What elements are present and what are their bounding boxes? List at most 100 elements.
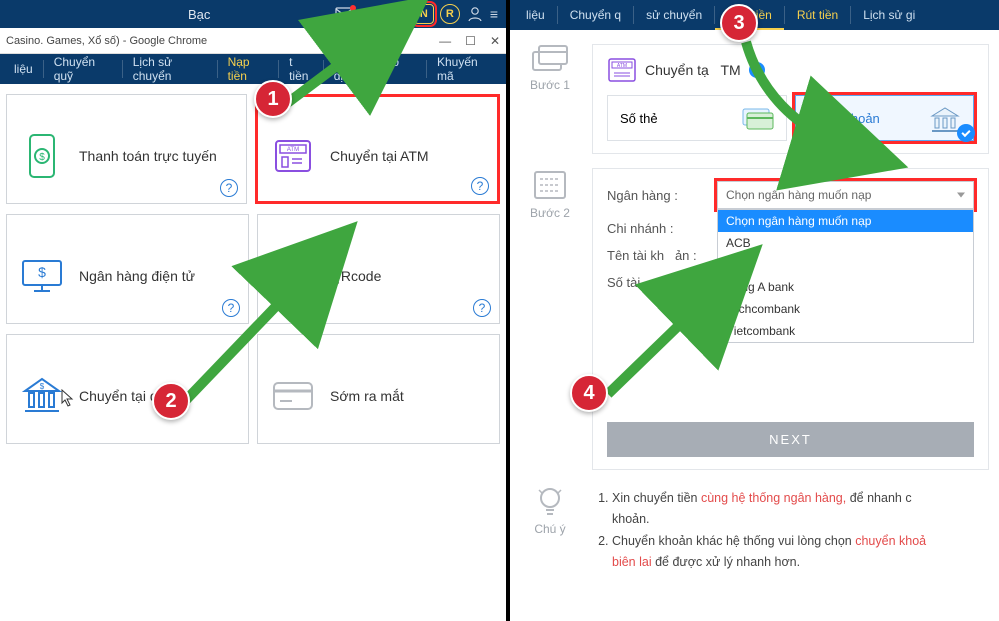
- notes-label: Chú ý: [534, 522, 565, 536]
- nav-r-5[interactable]: Rút tiền: [785, 6, 851, 24]
- card-qrcode[interactable]: QRcode ?: [257, 214, 500, 324]
- option-vietcom[interactable]: Vietcombank: [718, 320, 973, 342]
- bank-building-icon: [929, 106, 961, 130]
- nav-item-1[interactable]: liệu: [4, 60, 44, 78]
- nav-item-3[interactable]: Lịch sử chuyển: [123, 60, 218, 78]
- bank-icon: $: [19, 373, 65, 419]
- phone-dollar-icon: $: [19, 133, 65, 179]
- atm-small-icon: ATM: [607, 57, 637, 83]
- circle-c[interactable]: C: [388, 4, 408, 24]
- notes-head: Chú ý: [520, 484, 580, 536]
- card-atm-transfer[interactable]: ATM Chuyển tại ATM ?: [255, 94, 500, 204]
- card-online-payment[interactable]: $ Thanh toán trực tuyến ?: [6, 94, 247, 204]
- card-label: Sớm ra mắt: [330, 388, 404, 404]
- notes-body: Xin chuyển tiền cùng hệ thống ngân hàng,…: [592, 484, 989, 577]
- minimize-icon[interactable]: —: [439, 34, 451, 48]
- step1-body: ATM Chuyển tạ TM Số thẻ: [592, 44, 989, 154]
- marker-3: 3: [720, 4, 758, 42]
- close-icon[interactable]: ✕: [490, 34, 500, 48]
- cards-stack-icon: [531, 44, 569, 74]
- notif-count: 0: [359, 7, 366, 21]
- tab-account-number[interactable]: Số tài khoản: [795, 95, 975, 141]
- tier-label: Bạc: [188, 7, 210, 22]
- card-gray-icon: [270, 373, 316, 419]
- svg-text:ATM: ATM: [617, 63, 627, 69]
- atm-icon: ATM: [270, 133, 316, 179]
- circle-n[interactable]: N: [414, 4, 434, 24]
- tab-card-number[interactable]: Số thẻ: [607, 95, 787, 141]
- step-notes: Chú ý Xin chuyển tiền cùng hệ thống ngân…: [520, 484, 989, 577]
- option-donga[interactable]: Dong A bank: [718, 276, 973, 298]
- nav-item-7[interactable]: Khuyến mã: [427, 60, 502, 78]
- option-techcom[interactable]: Techcombank: [718, 298, 973, 320]
- bank-select[interactable]: Chọn ngân hàng muốn nạp: [717, 181, 974, 209]
- topbar-icons: 0 ▼ C N R ≡: [335, 4, 498, 24]
- acct-name-label: Tên tài kh ản :: [607, 248, 707, 263]
- nav-r-1[interactable]: liệu: [514, 6, 558, 24]
- svg-text:ATM: ATM: [287, 147, 299, 153]
- card-label: QRcode: [330, 268, 381, 284]
- svg-text:$: $: [38, 264, 46, 280]
- marker-2: 2: [152, 382, 190, 420]
- step1-label: Bước 1: [530, 78, 570, 92]
- selected-check-icon: [749, 62, 765, 78]
- option-acb[interactable]: ACB: [718, 232, 973, 254]
- mail-icon[interactable]: [335, 7, 353, 21]
- note-2: Chuyển khoản khác hệ thống vui lòng chọn…: [612, 531, 987, 574]
- atm-transfer-title: Chuyển tạ TM: [645, 62, 741, 78]
- window-controls: — ☐ ✕: [439, 34, 500, 48]
- help-icon[interactable]: ?: [222, 299, 240, 317]
- nav-item-6[interactable]: Lịch sử giao dịch: [324, 60, 427, 78]
- chrome-titlebar: Casino. Games, Xổ số) - Google Chrome — …: [0, 28, 506, 54]
- right-panel: liệu Chuyển q sử chuyển Nạp tiền Rút tiề…: [510, 0, 999, 621]
- check-icon: [957, 124, 975, 142]
- help-icon[interactable]: ?: [471, 177, 489, 195]
- qr-icon: [270, 253, 316, 299]
- chevron-down-icon[interactable]: ▼: [372, 9, 382, 20]
- step2-body: Ngân hàng : Chọn ngân hàng muốn nạp Chọn…: [592, 168, 989, 470]
- nav-r-2[interactable]: Chuyển q: [558, 6, 634, 24]
- topbar-left: Bạc 0 ▼ C N R ≡: [0, 0, 506, 28]
- tab-card-label: Số thẻ: [620, 111, 658, 126]
- note-1: Xin chuyển tiền cùng hệ thống ngân hàng,…: [612, 488, 987, 531]
- form-icon: [531, 168, 569, 202]
- bulb-icon: [533, 484, 567, 518]
- nav-r-6[interactable]: Lịch sử gi: [851, 6, 927, 24]
- card-ebanking[interactable]: $ Ngân hàng điện tử ?: [6, 214, 249, 324]
- cards-area: $ Thanh toán trực tuyến ? ATM Chuyển tại…: [0, 84, 506, 464]
- card-label: Ngân hàng điện tử: [79, 268, 195, 284]
- nav-r-3[interactable]: sử chuyển: [634, 6, 715, 24]
- nav-item-4[interactable]: Nạp tiền: [218, 60, 280, 78]
- tab-account-label: Số tài khoản: [808, 111, 880, 126]
- svg-text:$: $: [39, 152, 45, 163]
- nav-item-2[interactable]: Chuyển quỹ: [44, 60, 123, 78]
- option-bidv[interactable]: BIDV: [718, 254, 973, 276]
- step2-head: Bước 2: [520, 168, 580, 220]
- step-2: Bước 2 Ngân hàng : Chọn ngân hàng muốn n…: [520, 168, 989, 470]
- help-icon[interactable]: ?: [220, 179, 238, 197]
- acct-num-label: Số tài oản :: [607, 275, 707, 290]
- method-tabs: Số thẻ Số tài khoản: [607, 95, 974, 141]
- option-placeholder[interactable]: Chọn ngân hàng muốn nạp: [718, 210, 973, 232]
- next-button[interactable]: NEXT: [607, 422, 974, 457]
- row-bank: Ngân hàng : Chọn ngân hàng muốn nạp Chọn…: [607, 181, 974, 209]
- card-label: Thanh toán trực tuyến: [79, 148, 217, 164]
- steps: Bước 1 ATM Chuyển tạ TM Số thẻ: [510, 30, 999, 591]
- bank-dropdown: Chọn ngân hàng muốn nạp ACB BIDV Dong A …: [717, 209, 974, 343]
- step2-label: Bước 2: [530, 206, 570, 220]
- monitor-dollar-icon: $: [19, 253, 65, 299]
- user-icon[interactable]: [466, 5, 484, 23]
- nav-item-5[interactable]: t tiền: [279, 60, 324, 78]
- marker-1: 1: [254, 80, 292, 118]
- card-coming-soon: Sớm ra mắt: [257, 334, 500, 444]
- branch-label: Chi nhánh :: [607, 221, 707, 236]
- step1-head: Bước 1: [520, 44, 580, 92]
- card-counter-transfer[interactable]: $ Chuyển tại quầy: [6, 334, 249, 444]
- nav-left: liệu Chuyển quỹ Lịch sử chuyển Nạp tiền …: [0, 54, 506, 84]
- svg-text:$: $: [40, 382, 45, 391]
- bank-label: Ngân hàng :: [607, 188, 707, 203]
- maximize-icon[interactable]: ☐: [465, 34, 476, 48]
- help-icon[interactable]: ?: [473, 299, 491, 317]
- circle-r[interactable]: R: [440, 4, 460, 24]
- menu-icon[interactable]: ≡: [490, 6, 498, 22]
